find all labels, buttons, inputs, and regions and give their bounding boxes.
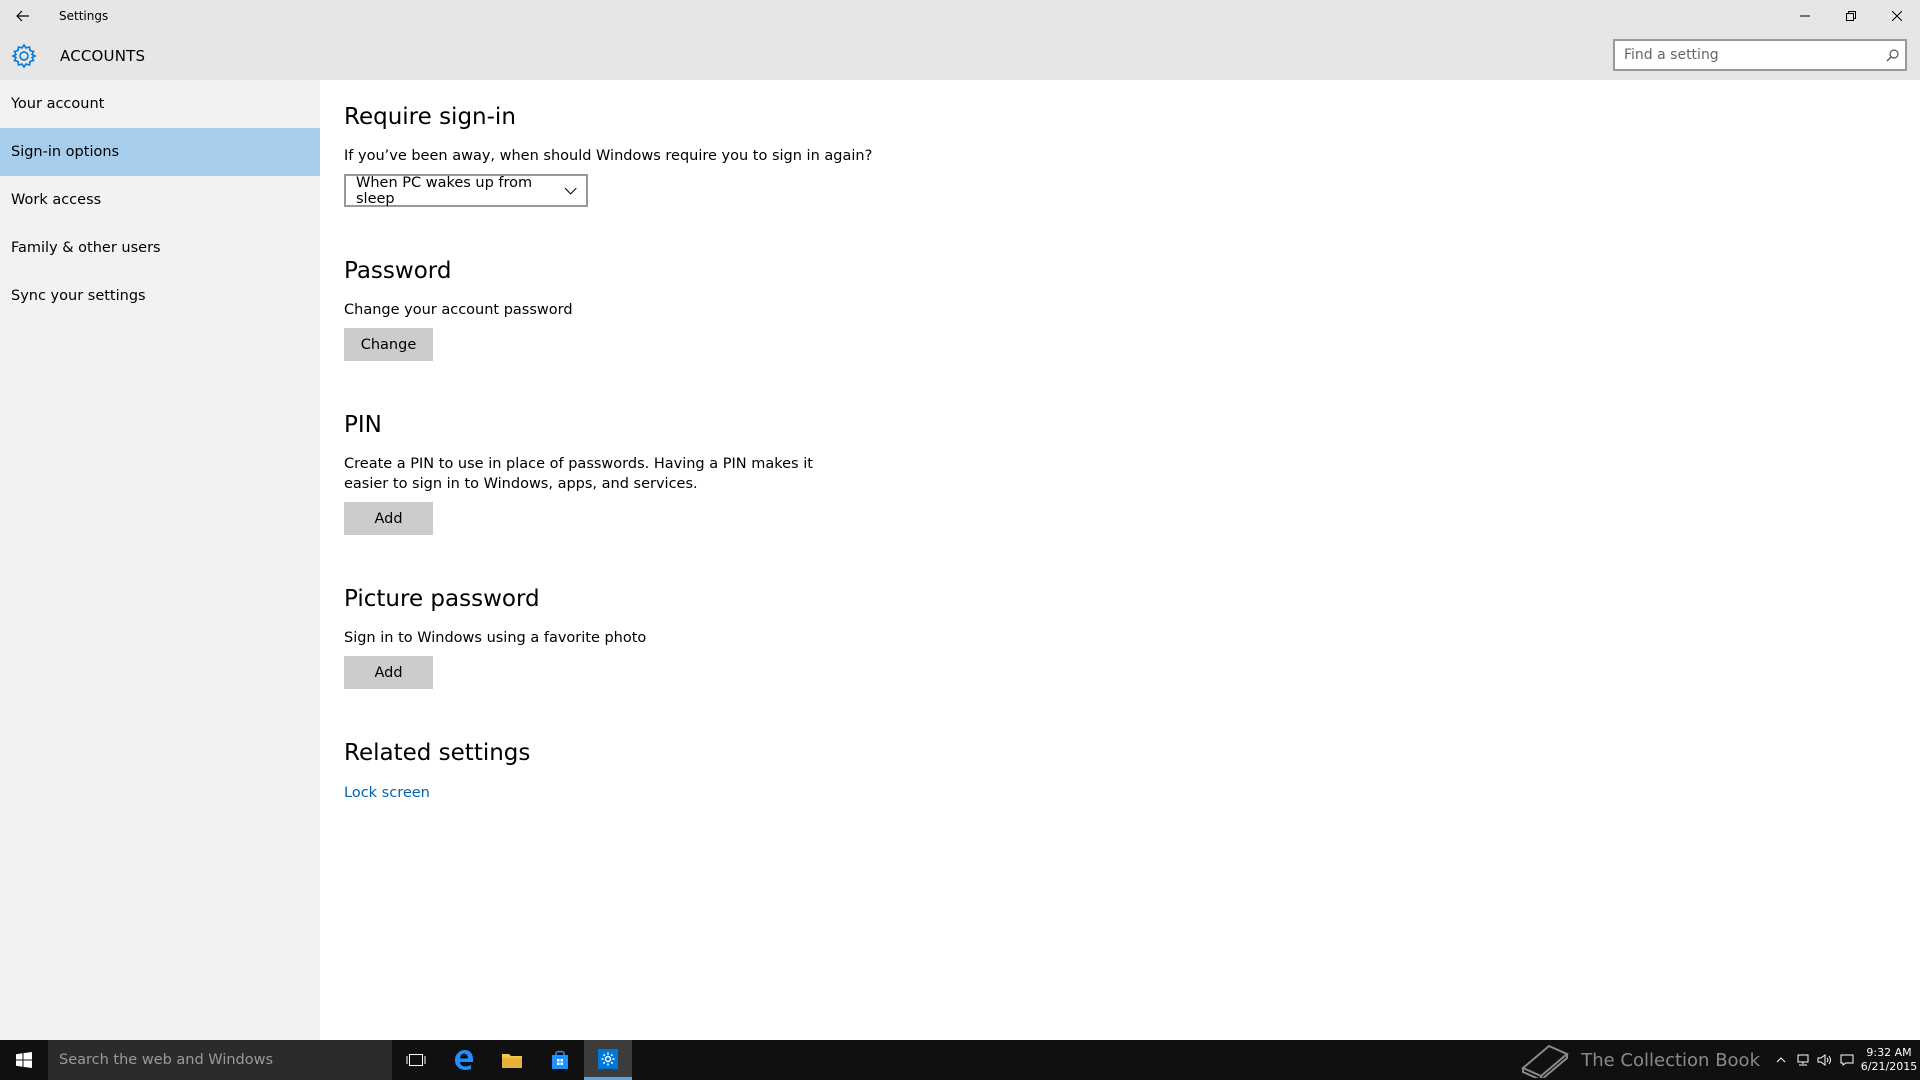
volume-icon	[1817, 1054, 1831, 1066]
related-settings-heading: Related settings	[344, 740, 531, 766]
require-signin-question: If you’ve been away, when should Windows…	[344, 148, 873, 164]
settings-taskbar-button[interactable]	[584, 1040, 632, 1080]
sidebar-item-sign-in-options[interactable]: Sign-in options	[0, 128, 320, 176]
file-explorer-button[interactable]	[488, 1040, 536, 1080]
taskbar-search-placeholder: Search the web and Windows	[59, 1052, 274, 1068]
store-button[interactable]	[536, 1040, 584, 1080]
lock-screen-link[interactable]: Lock screen	[344, 785, 430, 801]
password-heading: Password	[344, 258, 452, 284]
edge-icon	[455, 1050, 473, 1070]
close-button[interactable]	[1874, 0, 1920, 32]
clock-time: 9:32 AM	[1866, 1046, 1912, 1059]
require-signin-heading: Require sign-in	[344, 104, 516, 130]
sidebar-item-family-other-users[interactable]: Family & other users	[0, 224, 320, 272]
page-header: ACCOUNTS	[0, 32, 1920, 80]
picture-password-description: Sign in to Windows using a favorite phot…	[344, 630, 647, 646]
file-explorer-icon	[502, 1054, 522, 1068]
minimize-button[interactable]	[1782, 0, 1828, 32]
system-tray: The Collection Book 9:32 AM 6/21/2015	[1519, 1040, 1920, 1080]
book-icon	[1521, 1044, 1570, 1078]
start-button[interactable]	[0, 1040, 48, 1080]
password-section: Password Change your account password Ch…	[344, 258, 573, 361]
task-view-icon	[406, 1054, 426, 1066]
dropdown-value: When PC wakes up from sleep	[356, 174, 533, 207]
action-center-button[interactable]	[1836, 1040, 1858, 1080]
back-button[interactable]	[0, 0, 46, 32]
find-setting-search[interactable]	[1613, 39, 1907, 71]
notification-icon	[1840, 1054, 1854, 1066]
taskbar-search[interactable]: Search the web and Windows	[48, 1040, 392, 1080]
taskbar: Search the web and Windows The Collectio…	[0, 1040, 1920, 1080]
chevron-up-icon	[1776, 1057, 1786, 1063]
search-input[interactable]	[1615, 41, 1879, 69]
restore-button[interactable]	[1828, 0, 1874, 32]
sidebar-item-label: Sync your settings	[11, 288, 146, 304]
restore-icon	[1846, 11, 1856, 21]
volume-button[interactable]	[1814, 1040, 1836, 1080]
edge-button[interactable]	[440, 1040, 488, 1080]
sidebar-item-sync-settings[interactable]: Sync your settings	[0, 272, 320, 320]
page-title: ACCOUNTS	[60, 47, 146, 65]
pin-section: PIN Create a PIN to use in place of pass…	[344, 412, 813, 535]
change-password-button[interactable]: Change	[344, 328, 433, 361]
sidebar: Your account Sign-in options Work access…	[0, 80, 320, 1040]
settings-window: Settings ACCOUNTS Find a setting Your ac…	[0, 0, 1920, 1040]
windows-logo-icon	[16, 1052, 32, 1068]
pin-heading: PIN	[344, 412, 382, 438]
require-signin-section: Require sign-in If you’ve been away, whe…	[344, 104, 872, 207]
settings-icon	[598, 1048, 618, 1069]
clock-date: 6/21/2015	[1860, 1060, 1918, 1073]
require-signin-dropdown[interactable]: When PC wakes up from sleep	[344, 174, 588, 207]
sidebar-item-label: Your account	[11, 96, 105, 112]
chevron-down-icon	[564, 187, 577, 195]
picture-password-heading: Picture password	[344, 586, 540, 612]
show-hidden-icons-button[interactable]	[1770, 1040, 1792, 1080]
window-controls	[1782, 0, 1920, 32]
add-pin-button[interactable]: Add	[344, 502, 433, 535]
minimize-icon	[1800, 15, 1810, 17]
watermark: The Collection Book	[1519, 1042, 1760, 1078]
sidebar-item-label: Sign-in options	[11, 144, 120, 160]
network-button[interactable]	[1792, 1040, 1814, 1080]
related-settings-section: Related settings Lock screen	[344, 740, 530, 801]
clock[interactable]: 9:32 AM 6/21/2015	[1858, 1046, 1920, 1074]
back-arrow-icon	[16, 10, 29, 22]
network-icon	[1797, 1054, 1809, 1066]
sidebar-item-label: Family & other users	[11, 240, 161, 256]
close-icon	[1892, 11, 1902, 21]
add-picture-password-button[interactable]: Add	[344, 656, 433, 689]
gear-icon	[11, 43, 37, 69]
watermark-text: The Collection Book	[1581, 1049, 1760, 1071]
app-title: Settings	[59, 9, 109, 23]
password-description: Change your account password	[344, 302, 573, 318]
picture-password-section: Picture password Sign in to Windows usin…	[344, 586, 646, 689]
task-view-button[interactable]	[392, 1040, 440, 1080]
sidebar-item-your-account[interactable]: Your account	[0, 80, 320, 128]
search-icon[interactable]	[1879, 48, 1905, 62]
pin-description-line2: easier to sign in to Windows, apps, and …	[344, 476, 698, 492]
store-icon	[552, 1050, 568, 1069]
title-bar: Settings	[0, 0, 1920, 32]
sidebar-item-label: Work access	[11, 192, 102, 208]
pin-description-line1: Create a PIN to use in place of password…	[344, 456, 813, 472]
sidebar-item-work-access[interactable]: Work access	[0, 176, 320, 224]
